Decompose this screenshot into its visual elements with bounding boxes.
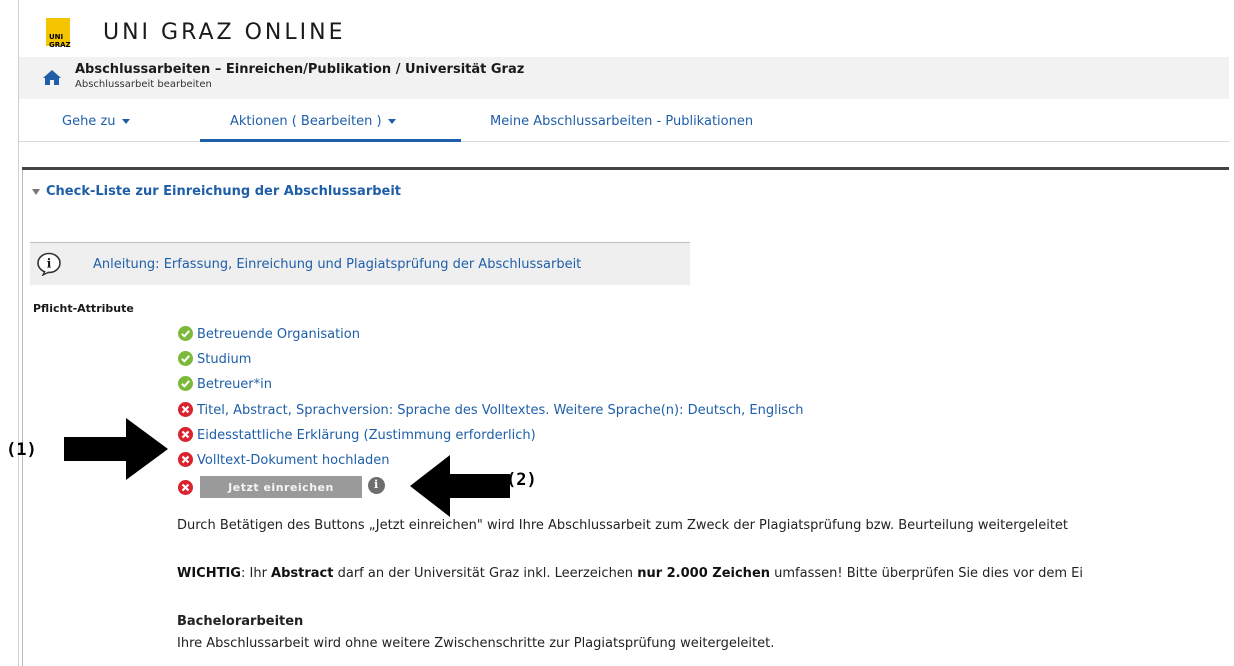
guide-link[interactable]: Anleitung: Erfassung, Einreichung und Pl…: [93, 257, 581, 272]
warning-text: darf an der Universität Graz inkl. Leerz…: [333, 566, 638, 581]
content-left-border: [22, 170, 23, 666]
required-attributes-label: Pflicht-Attribute: [33, 302, 134, 315]
attr-betreuende-organisation[interactable]: Betreuende Organisation: [178, 326, 360, 342]
check-icon: [178, 326, 193, 341]
attr-titel-abstract[interactable]: Titel, Abstract, Sprachversion: Sprache …: [178, 402, 803, 418]
annotation-arrow-left: [410, 455, 510, 517]
home-icon[interactable]: [42, 68, 62, 86]
warning-abstract: Abstract: [271, 566, 334, 581]
attr-label: Volltext-Dokument hochladen: [197, 453, 390, 468]
active-tab-indicator: [200, 139, 461, 142]
warning-keyword: WICHTIG: [177, 566, 241, 581]
checklist-title: Check-Liste zur Einreichung der Abschlus…: [46, 184, 402, 199]
attr-label: Betreuer*in: [197, 377, 273, 392]
attr-label: Studium: [197, 352, 252, 367]
error-x-icon: [178, 402, 193, 417]
right-edge: [1229, 0, 1234, 666]
nav-actions-label: Aktionen ( Bearbeiten ): [230, 114, 382, 129]
checklist-section-toggle[interactable]: Check-Liste zur Einreichung der Abschlus…: [32, 184, 401, 199]
page-title: Abschlussarbeiten – Einreichen/Publikati…: [75, 62, 525, 77]
nav-goto-menu[interactable]: Gehe zu: [62, 114, 130, 129]
chevron-down-icon: [121, 119, 130, 124]
bachelor-text: Ihre Abschlussarbeit wird ohne weitere Z…: [177, 636, 775, 651]
error-x-icon: [178, 452, 193, 467]
warning-limit: nur 2.000 Zeichen: [637, 566, 771, 581]
submit-info-icon[interactable]: i: [368, 477, 385, 494]
svg-text:i: i: [47, 257, 52, 271]
attr-volltext-upload[interactable]: Volltext-Dokument hochladen: [178, 452, 390, 468]
page-subtitle: Abschlussarbeit bearbeiten: [75, 79, 212, 90]
error-x-icon: [178, 480, 193, 495]
attr-label: Eidesstattliche Erklärung (Zustimmung er…: [197, 428, 536, 443]
content-divider: [22, 167, 1229, 170]
logo-text: UNI GRAZ: [49, 33, 71, 49]
attr-label: Betreuende Organisation: [197, 327, 360, 342]
warning-text: umfassen! Bitte überprüfen Sie dies vor …: [770, 566, 1083, 581]
uni-graz-logo[interactable]: UNI GRAZ: [30, 18, 71, 49]
chevron-down-icon: [387, 119, 396, 124]
info-speech-bubble-icon: i: [37, 252, 61, 276]
submit-explanation: Durch Betätigen des Buttons „Jetzt einre…: [177, 518, 1069, 533]
annotation-label-1: (1): [6, 440, 37, 460]
nav-actions-menu[interactable]: Aktionen ( Bearbeiten ): [230, 114, 396, 129]
annotation-label-2: (2): [506, 470, 537, 490]
nav-my-theses-link[interactable]: Meine Abschlussarbeiten - Publikationen: [490, 114, 753, 129]
check-icon: [178, 351, 193, 366]
app-title: UNI GRAZ ONLINE: [103, 20, 346, 45]
nav-my-theses-label: Meine Abschlussarbeiten - Publikationen: [490, 114, 754, 129]
attr-eidesstattliche-erklaerung[interactable]: Eidesstattliche Erklärung (Zustimmung er…: [178, 427, 536, 443]
info-glyph: i: [374, 478, 379, 491]
attr-betreuer[interactable]: Betreuer*in: [178, 376, 272, 392]
attr-label: Titel, Abstract, Sprachversion: Sprache …: [197, 403, 804, 418]
bachelor-heading: Bachelorarbeiten: [177, 614, 304, 629]
annotation-arrow-right: [64, 418, 168, 480]
collapse-triangle-icon: [32, 188, 40, 195]
abstract-warning: WICHTIG: Ihr Abstract darf an der Univer…: [177, 566, 1083, 581]
check-icon: [178, 376, 193, 391]
attr-studium[interactable]: Studium: [178, 351, 251, 367]
nav-goto-label: Gehe zu: [62, 114, 116, 129]
submit-now-button[interactable]: Jetzt einreichen: [200, 476, 362, 498]
warning-text: : Ihr: [240, 566, 272, 581]
error-x-icon: [178, 427, 193, 442]
